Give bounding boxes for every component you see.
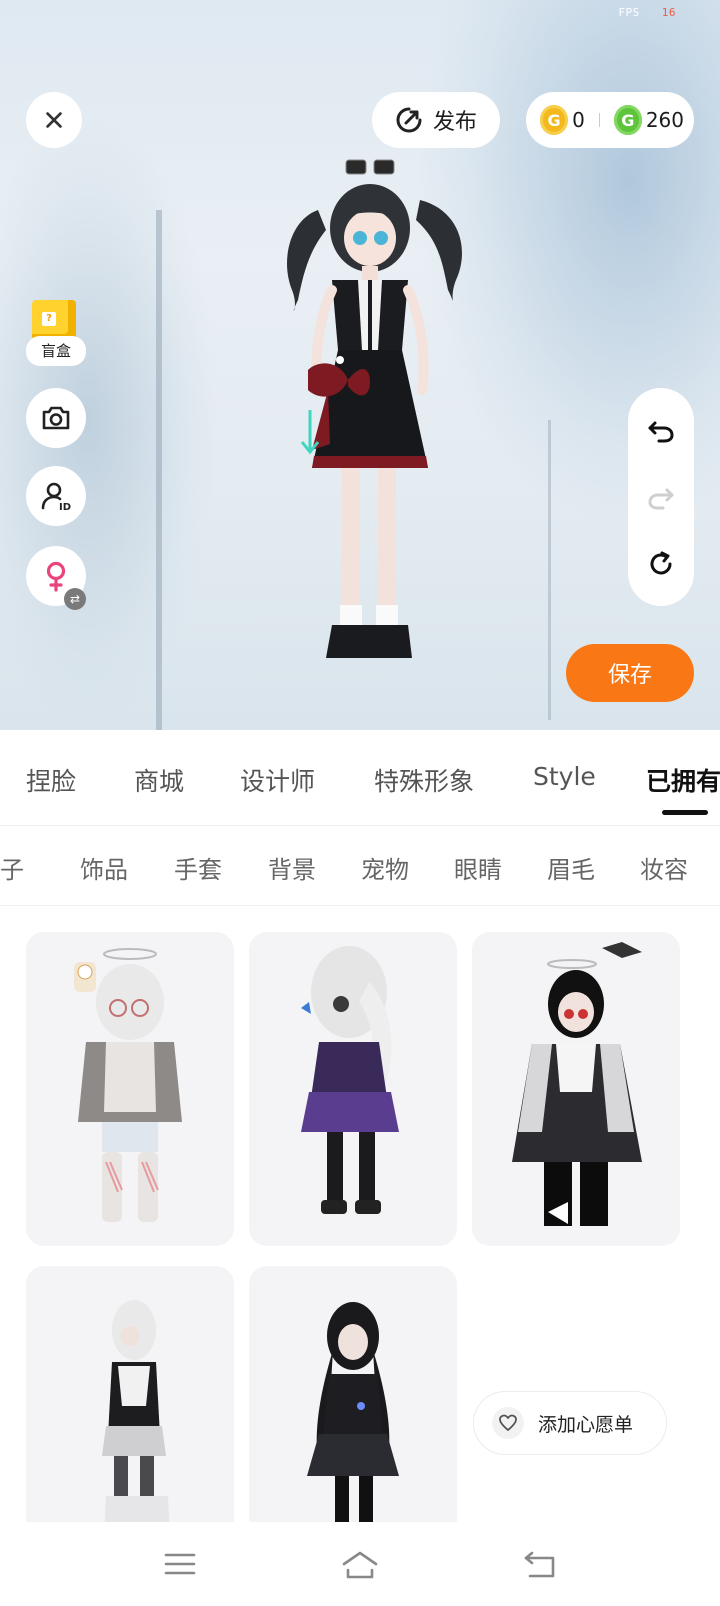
home-icon bbox=[342, 1551, 378, 1579]
camera-icon bbox=[42, 406, 70, 430]
outfit-thumbnail bbox=[74, 948, 182, 1222]
outfit-card-1[interactable] bbox=[26, 932, 234, 1246]
subtab-accessories[interactable]: 饰品 bbox=[80, 850, 128, 885]
background-pole-right bbox=[548, 420, 551, 720]
outfit-card-2[interactable] bbox=[249, 932, 457, 1246]
undo-icon[interactable] bbox=[646, 415, 676, 445]
svg-text:ID: ID bbox=[59, 502, 71, 513]
tab-designer[interactable]: 设计师 bbox=[240, 762, 315, 798]
wishlist-label: 添加心愿单 bbox=[538, 1413, 634, 1436]
system-navigation-bar bbox=[0, 1522, 720, 1606]
blindbox-label: 盲盒 bbox=[26, 336, 86, 366]
subtab-makeup[interactable]: 妆容 bbox=[640, 850, 688, 885]
close-icon bbox=[46, 112, 62, 128]
currency-divider bbox=[598, 113, 600, 127]
subtab-shoes[interactable]: 鞋子 bbox=[0, 850, 24, 885]
camera-button[interactable] bbox=[26, 388, 86, 448]
outfit-thumbnail bbox=[512, 942, 642, 1226]
avatar-stage[interactable]: FPS 16 发布 G 0 G 260 ? 盲盒 ID ⇄ 保存 bbox=[0, 0, 720, 730]
subtab-pets[interactable]: 宠物 bbox=[361, 850, 409, 885]
outfit-thumbnail bbox=[307, 1302, 399, 1536]
subtab-gloves[interactable]: 手套 bbox=[174, 850, 222, 885]
category-tabs: 捏脸 商城 设计师 特殊形象 Style 已拥有 bbox=[0, 730, 720, 826]
tab-style[interactable]: Style bbox=[533, 762, 596, 791]
menu-button[interactable] bbox=[156, 1540, 204, 1588]
outfit-card-4[interactable] bbox=[26, 1266, 234, 1536]
subcategory-tabs: 鞋子 饰品 手套 背景 宠物 眼睛 眉毛 妆容 bbox=[0, 826, 720, 906]
subtab-background[interactable]: 背景 bbox=[268, 850, 316, 885]
add-wishlist-button[interactable]: 添加心愿单 bbox=[474, 1392, 666, 1454]
outfit-card-5[interactable] bbox=[249, 1266, 457, 1536]
tab-face[interactable]: 捏脸 bbox=[26, 762, 76, 798]
female-icon bbox=[46, 561, 66, 592]
heart-icon bbox=[499, 1414, 517, 1431]
id-icon: ID bbox=[41, 482, 71, 513]
outfit-card-3[interactable] bbox=[472, 932, 680, 1246]
publish-button[interactable]: 发布 bbox=[372, 92, 500, 148]
subtab-eyebrows[interactable]: 眉毛 bbox=[547, 850, 595, 885]
currency-display[interactable]: G 0 G 260 bbox=[526, 92, 694, 148]
save-button[interactable]: 保存 bbox=[566, 644, 694, 702]
blindbox-box-mark: ? bbox=[42, 312, 56, 326]
back-icon bbox=[524, 1551, 555, 1578]
avatar-id-button[interactable]: ID bbox=[26, 466, 86, 526]
tab-store[interactable]: 商城 bbox=[134, 762, 184, 798]
green-coin-balance: 260 bbox=[645, 108, 685, 132]
redo-icon[interactable] bbox=[646, 482, 676, 512]
swap-icon: ⇄ bbox=[64, 588, 86, 610]
avatar-model[interactable] bbox=[270, 150, 470, 700]
reset-icon[interactable] bbox=[646, 549, 676, 579]
blindbox-icon: ? bbox=[32, 300, 76, 340]
blindbox-button[interactable]: ? 盲盒 bbox=[26, 300, 88, 368]
fps-label: FPS bbox=[618, 6, 640, 19]
home-button[interactable] bbox=[336, 1540, 384, 1588]
gold-coin-balance: 0 bbox=[572, 108, 585, 132]
background-pole bbox=[156, 210, 162, 730]
subtab-eyes[interactable]: 眼睛 bbox=[454, 850, 502, 885]
history-panel bbox=[628, 388, 694, 606]
menu-icon bbox=[164, 1553, 196, 1575]
outfit-thumbnail bbox=[102, 1300, 170, 1536]
tab-special-avatar[interactable]: 特殊形象 bbox=[374, 762, 474, 798]
publish-icon bbox=[396, 107, 422, 133]
green-coin-icon: G bbox=[613, 105, 642, 135]
heart-icon-wrap bbox=[492, 1407, 524, 1439]
fps-value: 16 bbox=[661, 6, 676, 19]
tab-owned[interactable]: 已拥有 bbox=[646, 762, 720, 798]
back-button[interactable] bbox=[516, 1540, 564, 1588]
outfit-thumbnail bbox=[301, 946, 399, 1214]
active-tab-indicator bbox=[662, 810, 708, 815]
gold-coin-icon: G bbox=[540, 105, 569, 135]
close-button[interactable] bbox=[26, 92, 82, 148]
publish-label: 发布 bbox=[432, 110, 477, 135]
fps-counter: FPS 16 bbox=[618, 6, 676, 19]
